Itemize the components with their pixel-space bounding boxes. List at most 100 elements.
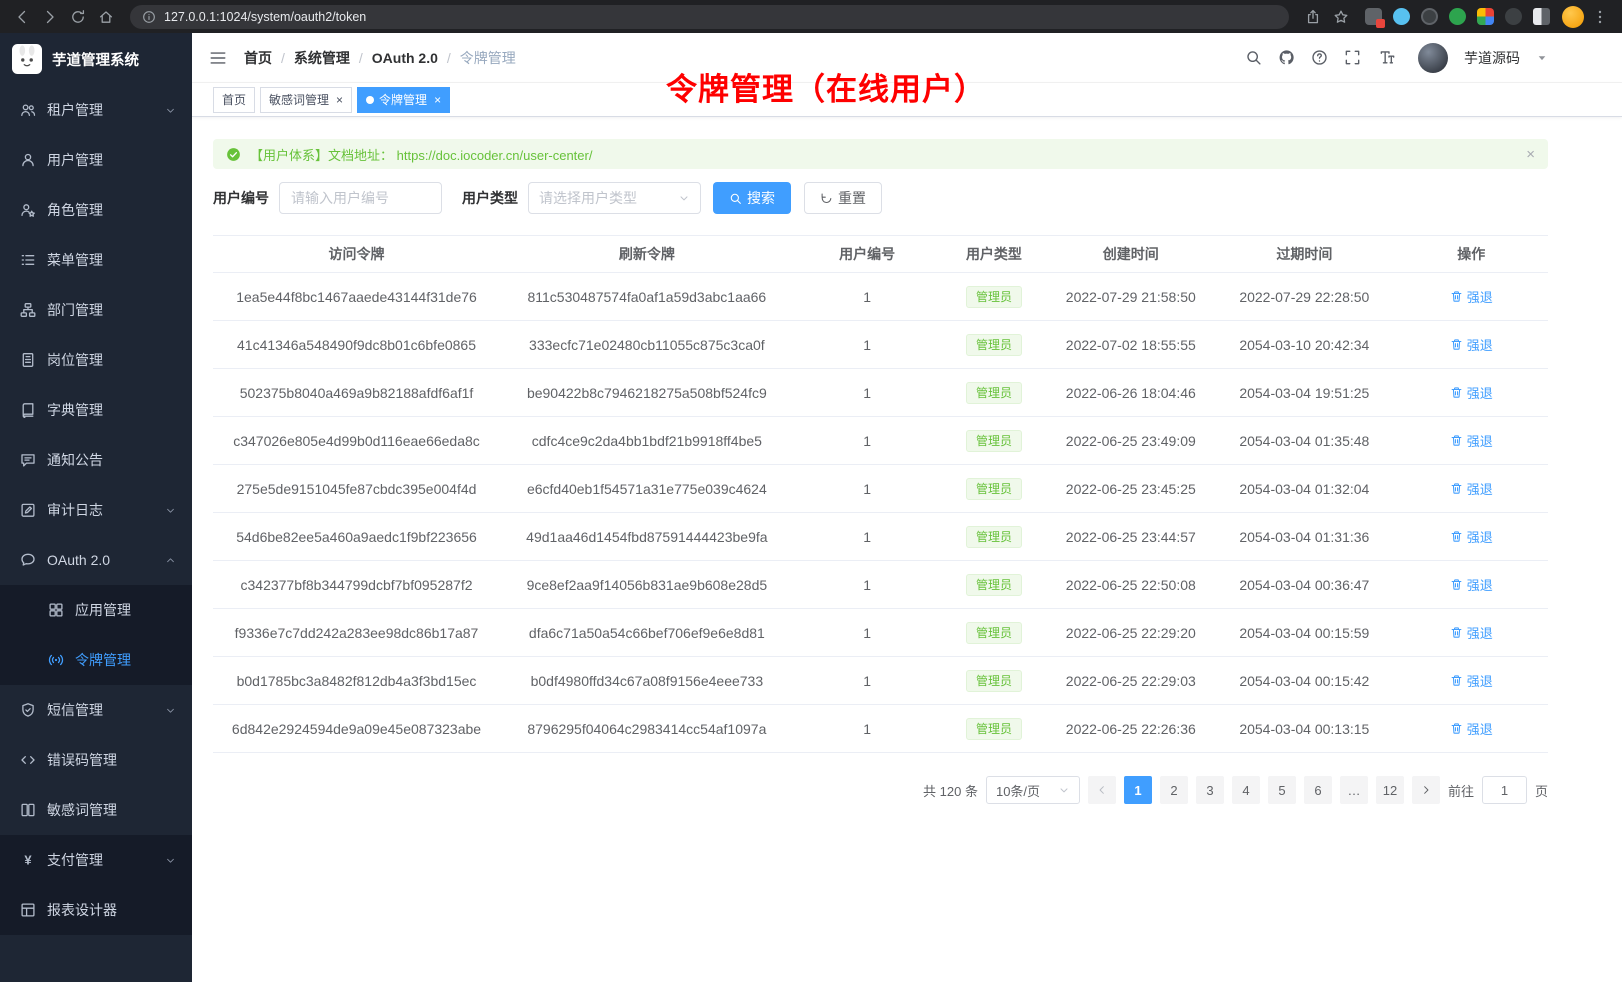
breadcrumb-item[interactable]: 首页 <box>244 48 272 68</box>
sidebar-item-dict[interactable]: 字典管理 <box>0 385 192 435</box>
active-tab-dot <box>366 96 374 104</box>
user-id-input[interactable] <box>279 182 442 214</box>
sidebar-item-notice[interactable]: 通知公告 <box>0 435 192 485</box>
sidebar-item-oauth2-app[interactable]: 应用管理 <box>0 585 192 635</box>
pager-prev-button[interactable] <box>1088 776 1116 804</box>
force-logout-button[interactable]: 强退 <box>1450 335 1493 354</box>
pager-page-2[interactable]: 2 <box>1160 776 1188 804</box>
font-size-icon[interactable] <box>1377 49 1398 66</box>
page-info-icon[interactable] <box>142 10 156 24</box>
sidebar-item-user[interactable]: 用户管理 <box>0 135 192 185</box>
doc-link[interactable]: https://doc.iocoder.cn/user-center/ <box>397 148 593 163</box>
pager-page-4[interactable]: 4 <box>1232 776 1260 804</box>
sidebar-item-role[interactable]: 角色管理 <box>0 185 192 235</box>
caret-down-icon[interactable] <box>1536 52 1548 64</box>
search-button[interactable]: 搜索 <box>713 182 791 214</box>
user-type-select[interactable]: 请选择用户类型 <box>528 182 701 214</box>
extension-icon[interactable] <box>1449 8 1466 25</box>
sidebar-item-post[interactable]: 岗位管理 <box>0 335 192 385</box>
app-logo[interactable]: 芋道管理系统 <box>0 33 192 85</box>
tab-close-icon[interactable]: × <box>336 94 343 106</box>
sidebar: 芋道管理系统 租户管理用户管理角色管理菜单管理部门管理岗位管理字典管理通知公告审… <box>0 33 192 982</box>
cell-access-token: b0d1785bc3a8482f812db4a3f3bd15ec <box>213 657 500 705</box>
cell-user-id: 1 <box>794 609 941 657</box>
tab-home[interactable]: 首页 <box>213 87 255 113</box>
cell-user-type: 管理员 <box>941 561 1048 609</box>
cell-user-id: 1 <box>794 417 941 465</box>
force-logout-button[interactable]: 强退 <box>1450 623 1493 642</box>
extension-icon[interactable] <box>1421 8 1438 25</box>
sidebar-item-pay[interactable]: ¥支付管理 <box>0 835 192 885</box>
alert-close-icon[interactable]: × <box>1526 147 1535 162</box>
sidebar-item-oauth2-token[interactable]: 令牌管理 <box>0 635 192 685</box>
pager-page-12[interactable]: 12 <box>1376 776 1404 804</box>
user-type-badge: 管理员 <box>966 430 1022 452</box>
pager-page-3[interactable]: 3 <box>1196 776 1224 804</box>
page-size-select[interactable]: 10条/页 <box>986 776 1080 804</box>
github-icon[interactable] <box>1278 49 1295 66</box>
pager-ellipsis[interactable]: … <box>1340 776 1368 804</box>
hamburger-icon[interactable] <box>209 49 227 67</box>
sidebar-item-menu[interactable]: 菜单管理 <box>0 235 192 285</box>
sidebar-item-audit-log[interactable]: 审计日志 <box>0 485 192 535</box>
extension-icon[interactable] <box>1533 8 1550 25</box>
sidebar-item-tenant[interactable]: 租户管理 <box>0 85 192 135</box>
user-name[interactable]: 芋道源码 <box>1464 48 1520 68</box>
help-icon[interactable] <box>1311 49 1328 66</box>
user-avatar[interactable] <box>1418 43 1448 73</box>
reset-button[interactable]: 重置 <box>804 182 882 214</box>
table-row: 275e5de9151045fe87cbdc395e004f4de6cfd40e… <box>213 465 1548 513</box>
pager-pages: 123456…12 <box>1124 776 1404 804</box>
url-bar[interactable]: 127.0.0.1:1024/system/oauth2/token <box>130 5 1289 29</box>
browser-profile-avatar[interactable] <box>1562 6 1584 28</box>
sidebar-item-oauth2[interactable]: OAuth 2.0 <box>0 535 192 585</box>
fullscreen-icon[interactable] <box>1344 49 1361 66</box>
force-logout-button[interactable]: 强退 <box>1450 431 1493 450</box>
pager-page-6[interactable]: 6 <box>1304 776 1332 804</box>
pager-page-5[interactable]: 5 <box>1268 776 1296 804</box>
cell-user-id: 1 <box>794 561 941 609</box>
force-logout-button[interactable]: 强退 <box>1450 287 1493 306</box>
sidebar-item-error-code[interactable]: 错误码管理 <box>0 735 192 785</box>
sidebar-item-report[interactable]: 报表设计器 <box>0 885 192 935</box>
breadcrumb-item[interactable]: OAuth 2.0 <box>372 50 438 66</box>
sidebar-item-dept[interactable]: 部门管理 <box>0 285 192 335</box>
table-header-row: 访问令牌刷新令牌用户编号用户类型创建时间过期时间操作 <box>213 236 1548 273</box>
force-logout-button[interactable]: 强退 <box>1450 527 1493 546</box>
pager-next-button[interactable] <box>1412 776 1440 804</box>
sidebar-item-label: 角色管理 <box>47 200 103 220</box>
delete-icon <box>1450 482 1463 495</box>
browser-forward-icon[interactable] <box>38 5 62 29</box>
goto-page-input[interactable] <box>1482 776 1527 804</box>
force-logout-button[interactable]: 强退 <box>1450 479 1493 498</box>
breadcrumb-item[interactable]: 系统管理 <box>294 48 350 68</box>
tab-close-icon[interactable]: × <box>434 94 441 106</box>
cell-expire-time: 2054-03-04 00:13:15 <box>1214 705 1394 753</box>
force-logout-button[interactable]: 强退 <box>1450 719 1493 738</box>
tab-sensitive-word[interactable]: 敏感词管理× <box>260 87 352 113</box>
extension-icon[interactable] <box>1393 8 1410 25</box>
sidebar-item-sensitive-word[interactable]: 敏感词管理 <box>0 785 192 835</box>
browser-home-icon[interactable] <box>94 5 118 29</box>
force-logout-button[interactable]: 强退 <box>1450 383 1493 402</box>
tab-token[interactable]: 令牌管理× <box>357 87 450 113</box>
extension-puzzle-icon[interactable] <box>1477 8 1494 25</box>
bookmark-star-icon[interactable] <box>1329 5 1353 29</box>
sidebar-item-sms[interactable]: 短信管理 <box>0 685 192 735</box>
browser-menu-icon[interactable] <box>1588 5 1612 29</box>
cell-refresh-token: cdfc4ce9c2da4bb1bdf21b9918ff4be5 <box>500 417 794 465</box>
success-check-icon <box>226 147 241 162</box>
delete-icon <box>1450 290 1463 303</box>
cell-actions: 强退 <box>1394 369 1548 417</box>
browser-reload-icon[interactable] <box>66 5 90 29</box>
cell-actions: 强退 <box>1394 705 1548 753</box>
pagination: 共 120 条 10条/页 123456…12 前往 页 <box>213 776 1548 804</box>
browser-back-icon[interactable] <box>10 5 34 29</box>
force-logout-button[interactable]: 强退 <box>1450 575 1493 594</box>
extension-icon[interactable] <box>1505 8 1522 25</box>
extension-icon[interactable] <box>1365 8 1382 25</box>
pager-page-1[interactable]: 1 <box>1124 776 1152 804</box>
force-logout-button[interactable]: 强退 <box>1450 671 1493 690</box>
search-icon[interactable] <box>1245 49 1262 66</box>
share-icon[interactable] <box>1301 5 1325 29</box>
